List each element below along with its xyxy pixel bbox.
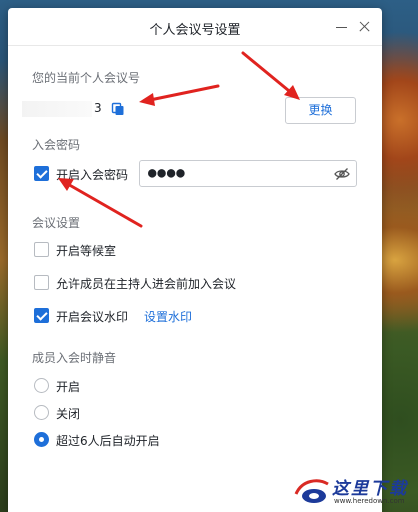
meeting-id-section-label: 您的当前个人会议号 <box>32 71 141 85</box>
meeting-id-redacted <box>22 101 92 117</box>
meeting-id-visible-digit: 3 <box>94 101 102 115</box>
copy-icon[interactable] <box>111 102 125 116</box>
mute-on-radio[interactable] <box>34 378 49 393</box>
hide-password-icon[interactable] <box>334 166 350 182</box>
waiting-room-checkbox[interactable] <box>34 242 49 257</box>
site-watermark-text: 这里下载 <box>332 479 408 499</box>
settings-dialog: 个人会议号设置 您的当前个人会议号 3 更换 入会密码 开启入会密码 ●●●● … <box>8 8 382 512</box>
join-before-host-checkbox[interactable] <box>34 275 49 290</box>
waiting-room-label: 开启等候室 <box>56 244 117 258</box>
mute-on-label: 开启 <box>56 380 81 394</box>
mute-auto-label: 超过6人后自动开启 <box>56 434 160 448</box>
close-button[interactable] <box>355 17 375 37</box>
change-meeting-id-button[interactable]: 更换 <box>285 97 356 124</box>
dialog-title: 个人会议号设置 <box>149 23 241 38</box>
site-logo-icon <box>294 479 329 503</box>
mute-auto-radio[interactable] <box>34 432 49 447</box>
meeting-settings-section-label: 会议设置 <box>32 216 81 230</box>
password-input[interactable]: ●●●● <box>139 160 357 187</box>
site-watermark: 这里下载 www.heredown.com <box>292 470 416 512</box>
meeting-watermark-label: 开启会议水印 <box>56 310 129 324</box>
mute-off-label: 关闭 <box>56 407 81 421</box>
join-before-host-label: 允许成员在主持人进会前加入会议 <box>56 277 237 291</box>
set-watermark-link[interactable]: 设置水印 <box>144 308 192 325</box>
enable-password-checkbox[interactable] <box>34 166 49 181</box>
meeting-id-value: 3 <box>22 98 142 120</box>
password-section-label: 入会密码 <box>32 138 81 152</box>
mute-off-radio[interactable] <box>34 405 49 420</box>
minimize-button[interactable] <box>331 17 351 37</box>
mute-on-join-section-label: 成员入会时静音 <box>32 351 117 365</box>
site-watermark-url: www.heredown.com <box>334 497 405 505</box>
enable-password-label: 开启入会密码 <box>56 168 129 182</box>
meeting-watermark-checkbox[interactable] <box>34 308 49 323</box>
title-bar: 个人会议号设置 <box>8 8 382 46</box>
